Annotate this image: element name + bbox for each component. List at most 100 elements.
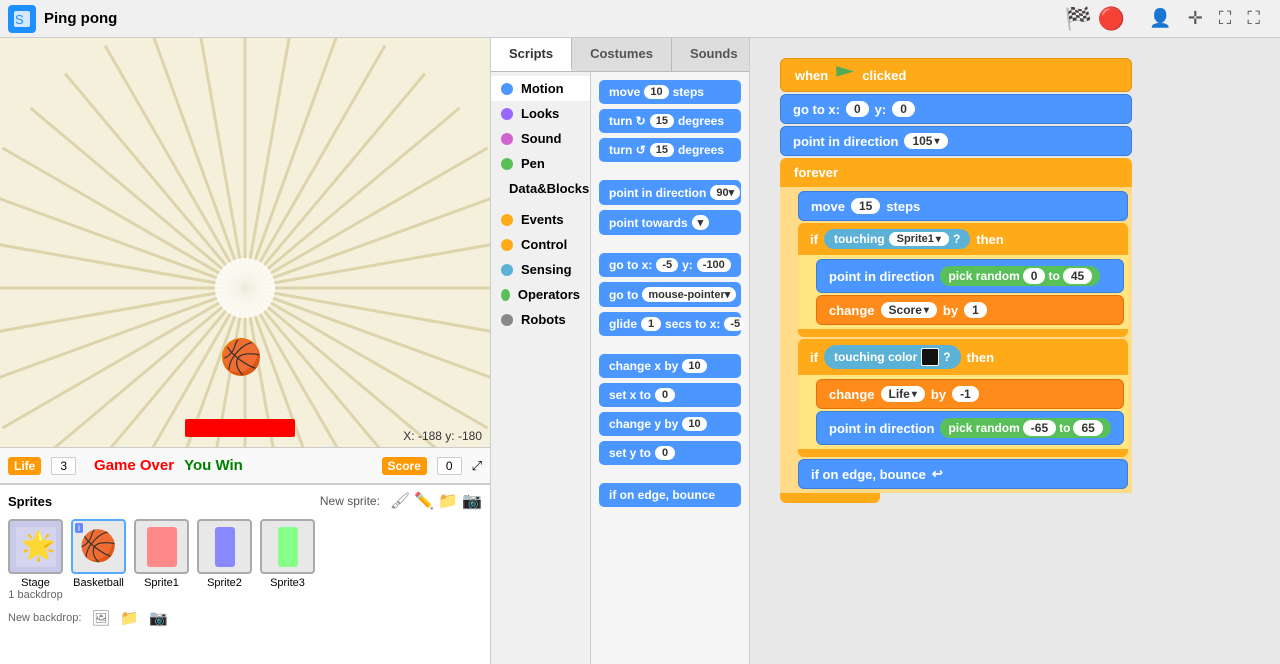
if2-then: then <box>967 350 994 365</box>
person-icon[interactable]: 👤 <box>1149 8 1171 29</box>
cat-looks[interactable]: Looks <box>491 101 590 126</box>
point-dir2-block[interactable]: point in direction pick random 0 to 45 <box>816 259 1124 293</box>
change-score-block[interactable]: change Score by 1 <box>816 295 1124 325</box>
sprite1-shape <box>147 527 177 567</box>
pick-random1-to[interactable]: 45 <box>1063 268 1092 284</box>
block-turn-ccw[interactable]: turn ↺ 15 degrees <box>599 138 741 162</box>
change1-var[interactable]: Score <box>881 302 937 318</box>
sprite2-shape <box>215 527 235 567</box>
arrows-icon[interactable]: ✛ <box>1188 8 1203 29</box>
sprites-panel: Sprites New sprite: 🖌 ✏️ 📁 📷 🌟 Stage 1 b… <box>0 484 490 664</box>
goto-y-val[interactable]: 0 <box>892 101 915 117</box>
move-steps-val[interactable]: 15 <box>851 198 880 214</box>
camera-sprite-btn[interactable]: 📷 <box>462 491 482 511</box>
goto-x-val[interactable]: 0 <box>846 101 869 117</box>
point-dir-block[interactable]: point in direction 105 <box>780 126 1132 156</box>
change-life-block[interactable]: change Life by -1 <box>816 379 1124 409</box>
cat-operators[interactable]: Operators <box>491 282 590 307</box>
stop-button[interactable]: 🔴 <box>1098 6 1125 32</box>
block-point-dir-val[interactable]: 90▾ <box>710 185 740 200</box>
tab-scripts[interactable]: Scripts <box>491 38 572 71</box>
cat-data[interactable]: Data&Blocks <box>491 176 590 201</box>
cat-sensing[interactable]: Sensing <box>491 257 590 282</box>
block-turn-cw[interactable]: turn ↻ 15 degrees <box>599 109 741 133</box>
pick-random1[interactable]: pick random 0 to 45 <box>940 266 1100 286</box>
green-flag-button[interactable]: 🏁 <box>1064 6 1091 32</box>
block-turn-cw-val[interactable]: 15 <box>650 114 674 128</box>
cat-pen[interactable]: Pen <box>491 151 590 176</box>
pick-random2-label: pick random <box>948 421 1019 435</box>
stage-fullscreen-btn[interactable]: ⤢ <box>472 458 482 474</box>
sprite-item-basketball[interactable]: i 🏀 Basketball <box>71 519 126 589</box>
block-edge-bounce[interactable]: if on edge, bounce <box>599 483 741 507</box>
if1-container: if touching Sprite1 ? then point in <box>798 223 1128 337</box>
pick-random1-from[interactable]: 0 <box>1023 268 1046 284</box>
if1-sprite-val[interactable]: Sprite1 <box>889 232 949 246</box>
sprite-item-2[interactable]: Sprite2 <box>197 519 252 589</box>
tab-costumes[interactable]: Costumes <box>572 38 672 71</box>
cat-sound[interactable]: Sound <box>491 126 590 151</box>
block-set-x[interactable]: set x to 0 <box>599 383 741 407</box>
block-change-x[interactable]: change x by 10 <box>599 354 741 378</box>
block-point-dir[interactable]: point in direction 90▾ <box>599 180 741 205</box>
pick-random2-to[interactable]: 65 <box>1073 420 1102 436</box>
block-goto-target-val[interactable]: mouse-pointer▾ <box>642 287 736 302</box>
block-goto-xy[interactable]: go to x: -5 y: -100 <box>599 253 741 277</box>
sprite-item-1[interactable]: Sprite1 <box>134 519 189 589</box>
sprites-title: Sprites <box>8 494 320 509</box>
block-set-x-val[interactable]: 0 <box>655 388 675 402</box>
color-swatch[interactable] <box>921 348 939 366</box>
edit-sprite-btn[interactable]: ✏️ <box>414 491 434 511</box>
block-set-y-val[interactable]: 0 <box>655 446 675 460</box>
if1-block[interactable]: if touching Sprite1 ? then <box>798 223 1128 255</box>
block-goto-target[interactable]: go to mouse-pointer▾ <box>599 282 741 307</box>
block-move[interactable]: move 10 steps <box>599 80 741 104</box>
block-set-y[interactable]: set y to 0 <box>599 441 741 465</box>
block-change-y-val[interactable]: 10 <box>682 417 706 431</box>
block-turn-ccw-val[interactable]: 15 <box>650 143 674 157</box>
edge-bounce-block[interactable]: if on edge, bounce ↩ <box>798 459 1128 489</box>
change2-var[interactable]: Life <box>881 386 925 402</box>
block-glide[interactable]: glide 1 secs to x: -5 y: -100 <box>599 312 741 336</box>
tab-sounds[interactable]: Sounds <box>672 38 757 71</box>
block-point-towards-val[interactable]: ▾ <box>692 215 710 230</box>
block-glide-x[interactable]: -5 <box>724 317 744 331</box>
block-goto-x[interactable]: -5 <box>656 258 678 272</box>
camera-backdrop-btn[interactable]: 📷 <box>149 609 168 627</box>
pick-random2-from[interactable]: -65 <box>1023 420 1056 436</box>
block-glide-secs[interactable]: 1 <box>641 317 661 331</box>
pen-dot <box>501 158 513 170</box>
block-change-x-val[interactable]: 10 <box>682 359 706 373</box>
svg-text:🌟: 🌟 <box>21 529 56 562</box>
block-change-y[interactable]: change y by 10 <box>599 412 741 436</box>
cat-events[interactable]: Events <box>491 207 590 232</box>
fullscreen-icon[interactable]: ⛶ <box>1247 8 1260 29</box>
paint-sprite-btn[interactable]: 🖌 <box>390 491 410 511</box>
cat-sound-label: Sound <box>521 131 561 146</box>
if2-block[interactable]: if touching color ? then <box>798 339 1128 375</box>
point-dir-val[interactable]: 105 <box>904 133 947 149</box>
upload-sprite-btn[interactable]: 📁 <box>438 491 458 511</box>
point-dir3-block[interactable]: point in direction pick random -65 to 65 <box>816 411 1124 445</box>
block-move-steps[interactable]: 10 <box>644 85 668 99</box>
goto-xy-block[interactable]: go to x: 0 y: 0 <box>780 94 1132 124</box>
block-goto-y[interactable]: -100 <box>697 258 731 272</box>
cat-robots[interactable]: Robots <box>491 307 590 332</box>
block-point-towards[interactable]: point towards ▾ <box>599 210 741 235</box>
expand-icon[interactable]: ⛶ <box>1219 8 1232 29</box>
cat-motion[interactable]: Motion <box>491 76 590 101</box>
move-block[interactable]: move 15 steps <box>798 191 1128 221</box>
cat-pen-label: Pen <box>521 156 545 171</box>
cat-control[interactable]: Control <box>491 232 590 257</box>
upload-backdrop-btn[interactable]: 📁 <box>120 609 139 627</box>
when-flag-block[interactable]: when clicked <box>780 58 1132 92</box>
sprite-item-3[interactable]: Sprite3 <box>260 519 315 589</box>
cat-motion-label: Motion <box>521 81 564 96</box>
pick-random2[interactable]: pick random -65 to 65 <box>940 418 1110 438</box>
change2-val[interactable]: -1 <box>952 386 979 402</box>
paint-backdrop-btn[interactable]: 🖼 <box>91 609 110 627</box>
forever-block[interactable]: forever <box>780 158 1132 187</box>
game-over-text: Game Over <box>94 457 174 474</box>
change1-val[interactable]: 1 <box>964 302 987 318</box>
stage-item[interactable]: 🌟 Stage 1 backdrop <box>8 519 63 601</box>
